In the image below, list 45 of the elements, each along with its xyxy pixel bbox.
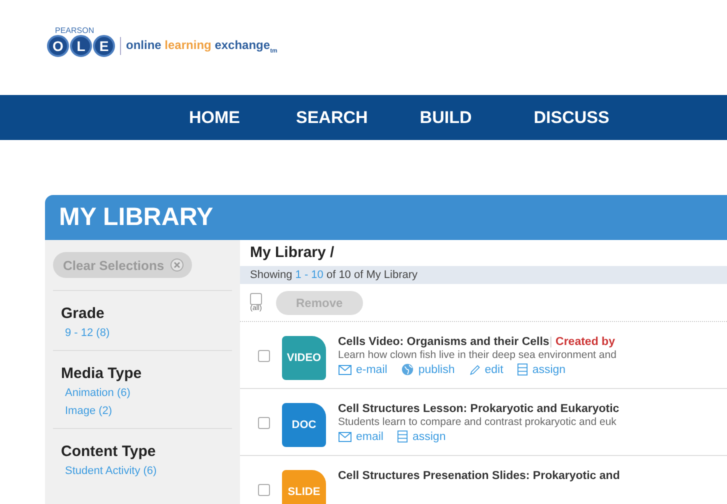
envelope-icon [338, 364, 352, 376]
facet-heading: Grade [61, 305, 106, 322]
library-title: MY LIBRARY [59, 203, 214, 232]
document-icon [397, 430, 408, 443]
facet-heading: Content Type [61, 443, 157, 460]
nav-link[interactable]: HOME [189, 108, 240, 128]
close-icon [170, 258, 184, 272]
pencil-icon [468, 364, 481, 376]
assign-link[interactable]: assign [517, 363, 566, 376]
results-count: Showing 1 - 10 of 10 of My Library [240, 266, 727, 284]
breadcrumb: My Library / [249, 244, 336, 263]
facet-option[interactable]: Student Activity (6) [65, 462, 224, 480]
item-title[interactable]: Cell Structures Lesson: Prokaryotic and Eukaryotic [338, 403, 620, 415]
publish-link[interactable]: publish [401, 363, 455, 376]
facet-option[interactable]: Animation (6) [65, 384, 224, 402]
media-type-badge: VIDEO [282, 336, 326, 380]
item-title[interactable]: Cells Video: Organisms and their Cells| Created by [338, 336, 616, 348]
nav-link[interactable]: BUILD [420, 108, 472, 128]
publisher-name: PEARSON [55, 26, 96, 35]
facet-heading: Media Type [61, 365, 143, 382]
facet-option[interactable]: Image (2) [65, 402, 224, 420]
item-checkbox[interactable] [258, 484, 270, 496]
nav-link[interactable]: SEARCH [296, 108, 368, 128]
item-description: Learn how clown fish live in their deep sea environment and [338, 349, 616, 361]
envelope-icon [338, 430, 352, 442]
nav-link[interactable]: DISCUSS [534, 108, 610, 128]
site-name: online learning exchange$_{tm}$ [126, 38, 278, 54]
item-checkbox[interactable] [258, 350, 270, 362]
assign-link[interactable]: assign [397, 430, 446, 443]
item-title[interactable]: Cell Structures Presenation Slides: Prokaryotic and [338, 470, 620, 482]
facet-option[interactable]: 9 - 12 (8) [65, 324, 224, 342]
item-description: Students learn to compare and contrast prokaryotic and euk [338, 416, 618, 428]
media-type-badge: DOC [282, 403, 326, 447]
logo-letter: E [93, 35, 115, 57]
clear-selections-button[interactable]: Clear Selections [53, 252, 192, 278]
globe-icon [401, 363, 414, 376]
document-icon [517, 363, 528, 376]
logo-letter: L [70, 35, 92, 57]
item-checkbox[interactable] [258, 417, 270, 429]
edit-link[interactable]: edit [468, 363, 504, 376]
select-all-checkbox[interactable] [250, 293, 262, 305]
media-type-badge: SLIDE [282, 470, 326, 504]
email-link[interactable]: email [338, 430, 384, 443]
email-link[interactable]: e-mail [338, 363, 388, 376]
logo-letter: O [47, 35, 69, 57]
